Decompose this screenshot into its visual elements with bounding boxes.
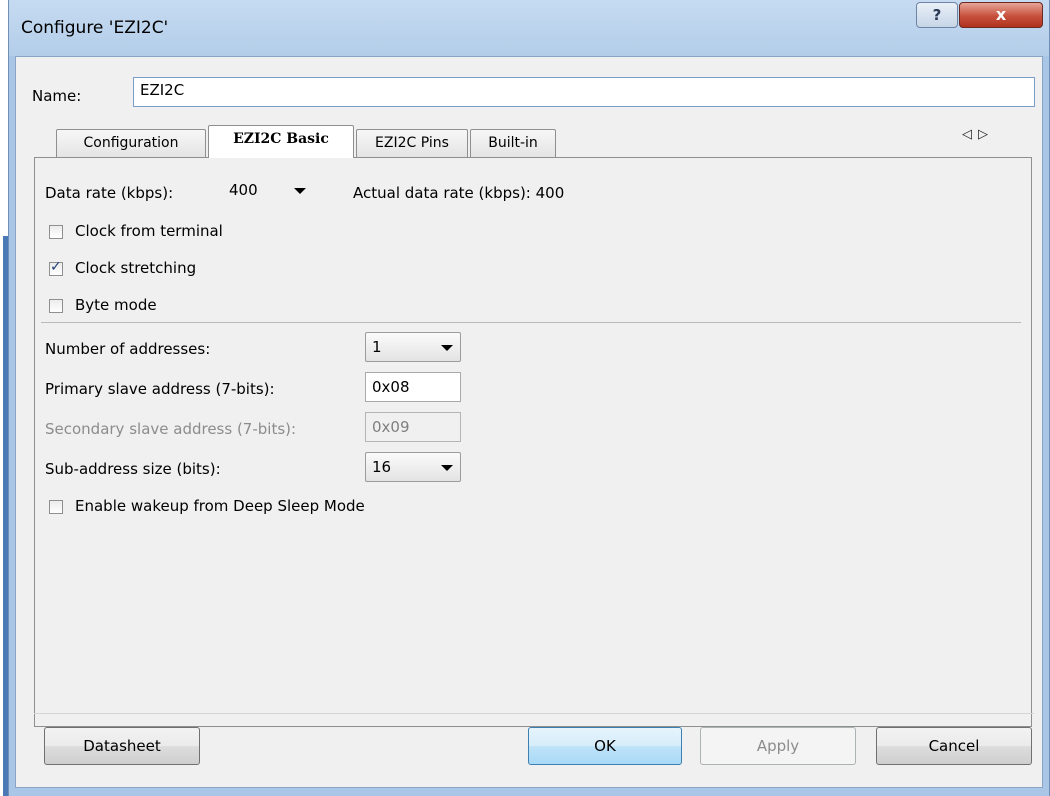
clock-stretching-checkbox[interactable]: ✓ xyxy=(49,259,63,276)
tab-configuration[interactable]: Configuration xyxy=(56,129,206,157)
subaddress-size-label: Sub-address size (bits): xyxy=(45,460,221,478)
clock-from-terminal-label: Clock from terminal xyxy=(75,222,223,240)
chevron-down-icon xyxy=(294,188,306,194)
primary-address-input[interactable]: 0x08 xyxy=(365,372,461,402)
num-addresses-combo[interactable]: 1 xyxy=(365,332,461,362)
wakeup-label: Enable wakeup from Deep Sleep Mode xyxy=(75,497,365,515)
datasheet-button[interactable]: Datasheet xyxy=(44,727,200,765)
ok-button[interactable]: OK xyxy=(528,727,682,765)
wakeup-checkbox[interactable] xyxy=(49,500,63,514)
secondary-address-label: Secondary slave address (7-bits): xyxy=(45,420,297,438)
tab-ezi2c-pins[interactable]: EZI2C Pins xyxy=(356,129,468,157)
data-rate-value: 400 xyxy=(229,181,258,199)
close-button[interactable]: x xyxy=(959,2,1043,28)
section-divider xyxy=(41,322,1021,323)
clock-stretching-label: Clock stretching xyxy=(75,259,197,277)
actual-data-rate-text: Actual data rate (kbps): 400 xyxy=(353,184,565,202)
num-addresses-value: 1 xyxy=(372,338,382,356)
window-title: Configure 'EZI2C' xyxy=(21,18,169,38)
primary-address-label: Primary slave address (7-bits): xyxy=(45,380,275,398)
secondary-address-input: 0x09 xyxy=(365,412,461,442)
help-button[interactable]: ? xyxy=(916,2,958,28)
apply-button: Apply xyxy=(700,727,856,765)
cancel-button[interactable]: Cancel xyxy=(876,727,1032,765)
subaddress-size-value: 16 xyxy=(372,458,392,476)
left-edge xyxy=(0,0,8,796)
tab-scroll-right-icon[interactable]: ▷ xyxy=(978,127,994,142)
name-label: Name: xyxy=(32,87,82,105)
num-addresses-label: Number of addresses: xyxy=(45,340,211,358)
checkmark-icon: ✓ xyxy=(50,259,62,275)
configure-dialog: Configure 'EZI2C' ? x Name: EZI2C Config… xyxy=(8,0,1050,796)
byte-mode-checkbox[interactable] xyxy=(49,299,63,313)
data-rate-label: Data rate (kbps): xyxy=(45,184,174,202)
tab-built-in[interactable]: Built-in xyxy=(470,129,556,157)
tab-scroll-arrows: ◁▷ xyxy=(962,127,994,142)
footer-divider xyxy=(34,713,1034,714)
chevron-down-icon xyxy=(441,345,453,351)
tab-scroll-left-icon[interactable]: ◁ xyxy=(962,127,978,142)
tab-strip: Configuration EZI2C Basic EZI2C Pins Bui… xyxy=(40,125,1030,158)
name-input[interactable]: EZI2C xyxy=(133,77,1035,107)
tab-ezi2c-basic[interactable]: EZI2C Basic xyxy=(208,125,354,158)
chevron-down-icon xyxy=(441,465,453,471)
tab-panel-ezi2c-basic: Data rate (kbps): 400 Actual data rate (… xyxy=(34,157,1032,727)
dialog-body: Name: EZI2C Configuration EZI2C Basic EZ… xyxy=(15,56,1043,788)
byte-mode-label: Byte mode xyxy=(75,296,157,314)
subaddress-size-combo[interactable]: 16 xyxy=(365,452,461,482)
clock-from-terminal-checkbox[interactable] xyxy=(49,225,63,239)
title-bar: Configure 'EZI2C' ? x xyxy=(9,0,1049,56)
data-rate-combo[interactable]: 400 xyxy=(223,176,313,206)
